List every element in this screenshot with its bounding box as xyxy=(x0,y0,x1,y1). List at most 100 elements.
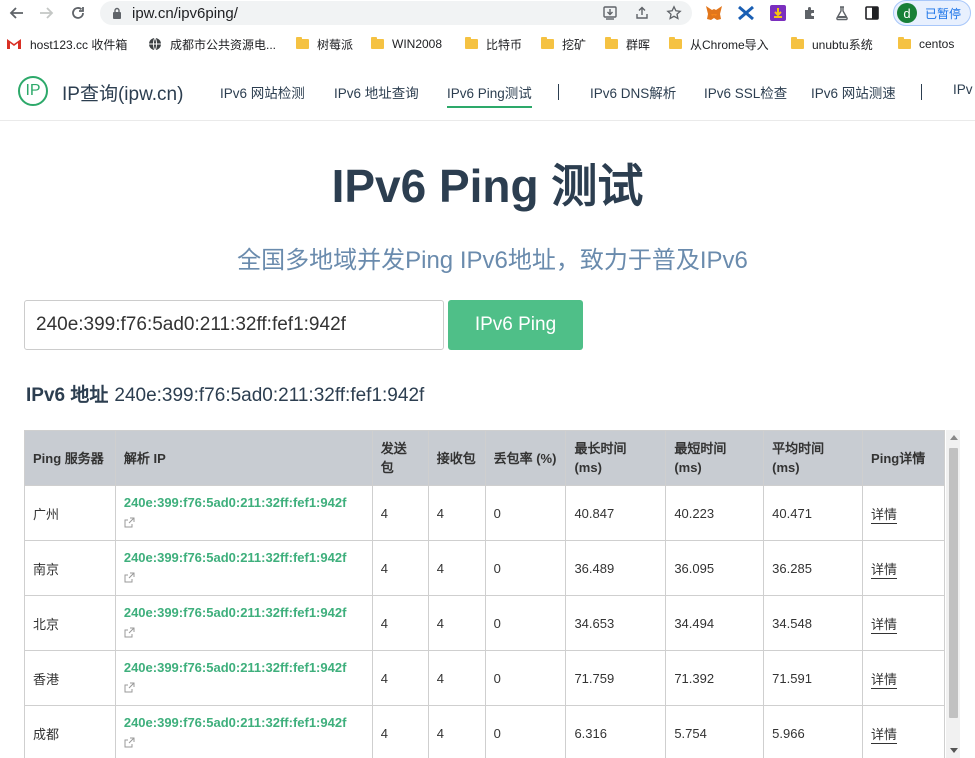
cell-max: 71.759 xyxy=(565,650,667,706)
bookmark-folder[interactable]: 从Chrome导入 xyxy=(669,36,769,52)
detail-link[interactable]: 详情 xyxy=(871,506,898,524)
table-scrollbar[interactable] xyxy=(946,430,960,758)
extension-cross-icon[interactable] xyxy=(736,3,756,23)
external-link-icon[interactable] xyxy=(124,734,135,753)
nav-ipv6-address-lookup[interactable]: IPv6 地址查询 xyxy=(334,82,419,102)
nav-divider xyxy=(921,84,922,100)
table-header-row: Ping 服务器 解析 IP 发送包 接收包 丢包率 (%) 最长时间 (ms)… xyxy=(24,430,945,486)
cell-server: 广州 xyxy=(24,485,116,541)
reload-icon[interactable] xyxy=(67,2,89,24)
col-header-detail: Ping详情 xyxy=(862,430,945,486)
ipv6-ping-button[interactable]: IPv6 Ping xyxy=(448,300,583,350)
cell-sent: 4 xyxy=(371,705,429,758)
nav-ipv6-ssl[interactable]: IPv6 SSL检查 xyxy=(704,82,787,102)
scroll-down-arrow[interactable] xyxy=(950,748,958,753)
site-brand[interactable]: IP查询(ipw.cn) xyxy=(62,79,183,106)
cell-detail: 详情 xyxy=(862,650,945,706)
bookmarks-bar: host123.cc 收件箱 成都市公共资源电... 树莓派 WIN2008 比… xyxy=(0,33,975,55)
side-panel-icon[interactable] xyxy=(862,3,882,23)
labs-flask-icon[interactable] xyxy=(832,3,852,23)
col-header-avg: 平均时间 (ms) xyxy=(763,430,864,486)
cell-sent: 4 xyxy=(371,485,429,541)
gmail-icon xyxy=(6,38,22,50)
site-logo[interactable]: IP xyxy=(18,76,48,106)
folder-icon xyxy=(465,37,478,49)
cell-avg: 71.591 xyxy=(763,650,864,706)
cell-detail: 详情 xyxy=(862,705,945,758)
cell-max: 36.489 xyxy=(565,540,667,596)
nav-divider xyxy=(558,84,559,100)
cell-loss: 0 xyxy=(484,540,567,596)
cell-received: 4 xyxy=(427,485,486,541)
external-link-icon[interactable] xyxy=(124,514,135,533)
detail-link[interactable]: 详情 xyxy=(871,616,898,634)
cell-avg: 36.285 xyxy=(763,540,864,596)
back-icon[interactable] xyxy=(6,2,28,24)
bookmark-folder[interactable]: 树莓派 xyxy=(296,36,353,52)
bookmark-folder[interactable]: centos xyxy=(898,36,954,52)
cell-ip: 240e:399:f76:5ad0:211:32ff:fef1:942f xyxy=(114,650,373,706)
avatar: d xyxy=(897,3,917,23)
folder-icon xyxy=(371,37,384,49)
scroll-up-arrow[interactable] xyxy=(950,435,958,440)
nav-ipv6-dns[interactable]: IPv6 DNS解析 xyxy=(590,82,676,102)
share-icon[interactable] xyxy=(632,3,652,23)
result-address-value: 240e:399:f76:5ad0:211:32ff:fef1:942f xyxy=(114,385,425,406)
external-link-icon[interactable] xyxy=(124,624,135,643)
nav-ipv6-speed[interactable]: IPv6 网站测速 xyxy=(811,82,896,102)
cell-server: 成都 xyxy=(24,705,116,758)
folder-icon xyxy=(605,37,618,49)
forward-icon[interactable] xyxy=(35,2,57,24)
external-link-icon[interactable] xyxy=(124,679,135,698)
bookmark-item[interactable]: 成都市公共资源电... xyxy=(148,36,276,52)
detail-link[interactable]: 详情 xyxy=(871,726,898,744)
nav-ipv6-ping-test[interactable]: IPv6 Ping测试 xyxy=(447,82,532,108)
cell-min: 71.392 xyxy=(665,650,765,706)
col-header-min: 最短时间 (ms) xyxy=(665,430,765,486)
detail-link[interactable]: 详情 xyxy=(871,671,898,689)
site-header: IP IP查询(ipw.cn) IPv6 网站检测 IPv6 地址查询 IPv6… xyxy=(0,62,975,121)
bookmark-folder[interactable]: 挖矿 xyxy=(541,36,586,52)
cell-server: 南京 xyxy=(24,540,116,596)
cell-ip: 240e:399:f76:5ad0:211:32ff:fef1:942f xyxy=(114,595,373,651)
folder-icon xyxy=(296,37,309,49)
nav-more[interactable]: IPv xyxy=(953,82,973,97)
cell-received: 4 xyxy=(427,705,486,758)
external-link-icon[interactable] xyxy=(124,569,135,588)
table-row: 成都 240e:399:f76:5ad0:211:32ff:fef1:942f … xyxy=(24,705,945,758)
bookmark-folder[interactable]: WIN2008 xyxy=(371,36,442,52)
download-extension-icon[interactable] xyxy=(768,3,788,23)
ip-link[interactable]: 240e:399:f76:5ad0:211:32ff:fef1:942f xyxy=(124,605,347,620)
cell-ip: 240e:399:f76:5ad0:211:32ff:fef1:942f xyxy=(114,540,373,596)
bookmark-folder[interactable]: unubtu系统 xyxy=(791,36,873,52)
ip-link[interactable]: 240e:399:f76:5ad0:211:32ff:fef1:942f xyxy=(124,550,347,565)
nav-ipv6-website-check[interactable]: IPv6 网站检测 xyxy=(220,82,305,102)
bookmark-folder[interactable]: 群晖 xyxy=(605,36,650,52)
metamask-icon[interactable] xyxy=(704,3,724,23)
install-app-icon[interactable] xyxy=(600,3,620,23)
scroll-thumb[interactable] xyxy=(949,448,958,718)
cell-server: 北京 xyxy=(24,595,116,651)
table-row: 北京 240e:399:f76:5ad0:211:32ff:fef1:942f … xyxy=(24,595,945,651)
results-table: Ping 服务器 解析 IP 发送包 接收包 丢包率 (%) 最长时间 (ms)… xyxy=(24,430,945,758)
table-row: 南京 240e:399:f76:5ad0:211:32ff:fef1:942f … xyxy=(24,540,945,596)
bookmark-folder[interactable]: 比特币 xyxy=(465,36,522,52)
result-address: IPv6 地址 240e:399:f76:5ad0:211:32ff:fef1:9… xyxy=(26,380,424,407)
bookmark-star-icon[interactable] xyxy=(664,3,684,23)
ip-link[interactable]: 240e:399:f76:5ad0:211:32ff:fef1:942f xyxy=(124,660,347,675)
profile-button[interactable]: d 已暂停 xyxy=(893,0,971,26)
ipv6-address-input[interactable] xyxy=(24,300,444,350)
cell-loss: 0 xyxy=(484,705,567,758)
cell-sent: 4 xyxy=(371,595,429,651)
bookmark-item[interactable]: host123.cc 收件箱 xyxy=(6,36,127,52)
cell-loss: 0 xyxy=(484,595,567,651)
extensions-puzzle-icon[interactable] xyxy=(800,3,820,23)
cell-max: 34.653 xyxy=(565,595,667,651)
ip-link[interactable]: 240e:399:f76:5ad0:211:32ff:fef1:942f xyxy=(124,715,347,730)
globe-icon xyxy=(148,37,162,51)
cell-detail: 详情 xyxy=(862,595,945,651)
cell-max: 40.847 xyxy=(565,485,667,541)
detail-link[interactable]: 详情 xyxy=(871,561,898,579)
cell-avg: 34.548 xyxy=(763,595,864,651)
ip-link[interactable]: 240e:399:f76:5ad0:211:32ff:fef1:942f xyxy=(124,495,347,510)
